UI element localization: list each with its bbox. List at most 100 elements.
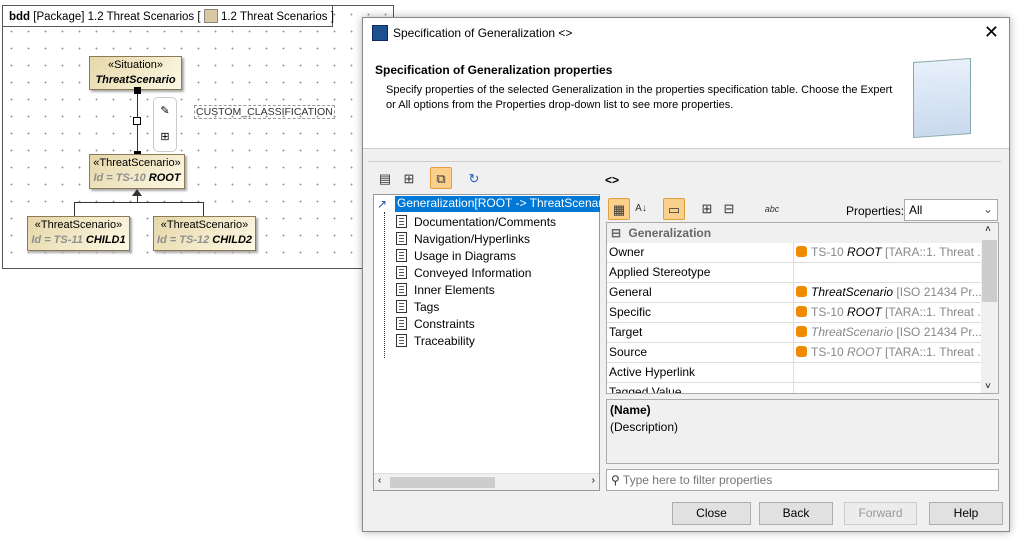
diagram-header-ref: 1.2 Threat Scenarios ] bbox=[220, 11, 334, 23]
property-row[interactable]: Tagged Value bbox=[607, 383, 981, 393]
forward-button[interactable]: Forward bbox=[844, 502, 917, 525]
filter-placeholder: Type here to filter properties bbox=[622, 473, 773, 487]
block-name: ThreatScenario bbox=[95, 74, 176, 86]
document-pencil-icon bbox=[913, 57, 971, 139]
close-icon[interactable]: ✕ bbox=[984, 22, 999, 43]
stereotype: «ThreatScenario» bbox=[93, 157, 181, 169]
expand-all-icon[interactable]: ⊞ bbox=[696, 198, 718, 220]
spell-check-icon[interactable]: abc bbox=[761, 198, 783, 220]
dialog-title: Specification of Generalization <> bbox=[393, 26, 573, 40]
tree-label: Usage in Diagrams bbox=[414, 248, 517, 263]
copy-icon[interactable]: ⧉ bbox=[430, 167, 452, 189]
stereotype: «Situation» bbox=[107, 59, 164, 71]
property-name: Tagged Value bbox=[607, 383, 794, 393]
value-name: ROOT bbox=[847, 305, 882, 319]
stereotype: «ThreatScenario» bbox=[160, 219, 249, 231]
value-name: ROOT bbox=[847, 345, 882, 359]
property-row[interactable]: Applied Stereotype bbox=[607, 263, 981, 283]
value-prefix: TS-10 bbox=[811, 345, 848, 359]
property-value[interactable] bbox=[794, 383, 981, 393]
close-button[interactable]: Close bbox=[672, 502, 751, 525]
help-button[interactable]: Help bbox=[929, 502, 1003, 525]
tree-item-traceability[interactable]: Traceability bbox=[396, 332, 475, 349]
property-name: Target bbox=[607, 323, 794, 342]
page-icon bbox=[396, 283, 407, 296]
title-bar: Specification of Generalization <> ✕ bbox=[363, 18, 1009, 48]
page-icon bbox=[396, 215, 407, 228]
refresh-icon[interactable]: ↻ bbox=[463, 168, 485, 190]
property-value[interactable]: ThreatScenario [ISO 21434 Pr... bbox=[794, 283, 981, 302]
vertical-scrollbar[interactable]: ˄ ˅ bbox=[981, 223, 998, 393]
block-name: CHILD2 bbox=[212, 234, 253, 246]
description-toggle-icon[interactable]: ▭ bbox=[663, 198, 685, 220]
tree-item-generalization[interactable]: Generalization[ROOT -> ThreatScenario] bbox=[395, 196, 600, 212]
categorized-view-icon[interactable]: ▦ bbox=[608, 198, 630, 220]
element-title: <> bbox=[605, 173, 620, 187]
specification-dialog: Specification of Generalization <> ✕ Spe… bbox=[362, 17, 1010, 532]
custom-classification-label[interactable]: CUSTOM_CLASSIFICATION bbox=[194, 105, 335, 119]
diagram-header-text: [Package] 1.2 Threat Scenarios [ bbox=[33, 11, 201, 23]
diagram-kind: bdd bbox=[9, 11, 31, 23]
property-value[interactable]: TS-10 ROOT [TARA::1. Threat ... bbox=[794, 243, 981, 262]
collapse-all-icon[interactable]: ⊟ bbox=[718, 198, 740, 220]
properties-table[interactable]: ⊟ Generalization Owner TS-10 ROOT [TARA::… bbox=[606, 222, 999, 394]
filter-input[interactable]: ⚲ Type here to filter properties bbox=[606, 469, 999, 491]
tree-label: Navigation/Hyperlinks bbox=[414, 231, 531, 246]
horizontal-scrollbar[interactable]: ‹ › bbox=[374, 473, 599, 490]
value-name: ThreatScenario bbox=[811, 325, 894, 339]
block-root[interactable]: «ThreatScenario» Id = TS-10 ROOT bbox=[89, 154, 185, 189]
block-situation[interactable]: «Situation» ThreatScenario bbox=[89, 56, 182, 90]
value-name: ROOT bbox=[847, 245, 882, 259]
block-name: ROOT bbox=[148, 172, 181, 184]
property-name: Source bbox=[607, 343, 794, 362]
property-value[interactable]: ThreatScenario [ISO 21434 Pr... bbox=[794, 323, 981, 342]
property-row[interactable]: Source TS-10 ROOT [TARA::1. Threat ... bbox=[607, 343, 981, 363]
property-name: Applied Stereotype bbox=[607, 263, 794, 282]
tree-label: Traceability bbox=[414, 333, 475, 348]
dialog-heading: Specification of Generalization properti… bbox=[375, 63, 613, 77]
property-row[interactable]: General ThreatScenario [ISO 21434 Pr... bbox=[607, 283, 981, 303]
spec-tree[interactable]: ↗ Generalization[ROOT -> ThreatScenario]… bbox=[373, 194, 600, 491]
table-view-icon[interactable]: ▤ bbox=[374, 168, 396, 190]
element-icon bbox=[796, 326, 807, 337]
properties-dropdown[interactable]: All ⌄ bbox=[904, 199, 998, 221]
search-icon: ⚲ bbox=[611, 473, 620, 487]
tree-item-inner[interactable]: Inner Elements bbox=[396, 281, 495, 298]
value-prefix: TS-10 bbox=[811, 245, 848, 259]
group-row[interactable]: ⊟ Generalization bbox=[607, 223, 981, 243]
tree-item-documentation[interactable]: Documentation/Comments bbox=[396, 213, 556, 230]
back-button[interactable]: Back bbox=[759, 502, 833, 525]
property-name: General bbox=[607, 283, 794, 302]
dialog-description: Specify properties of the selected Gener… bbox=[386, 84, 893, 111]
smart-manipulator[interactable]: ✎ ⊞ bbox=[153, 97, 177, 152]
chevron-down-icon: ⌄ bbox=[982, 202, 993, 216]
generalization-icon: ↗ bbox=[377, 197, 388, 211]
property-value[interactable]: TS-10 ROOT [TARA::1. Threat ... bbox=[794, 303, 981, 322]
diagram-canvas[interactable]: bdd [Package] 1.2 Threat Scenarios [ 1.2… bbox=[2, 5, 394, 269]
tree-view-icon[interactable]: ⊞ bbox=[398, 168, 420, 190]
tree-item-constraints[interactable]: Constraints bbox=[396, 315, 475, 332]
page-icon bbox=[396, 300, 407, 313]
tree-item-tags[interactable]: Tags bbox=[396, 298, 439, 315]
page-icon bbox=[396, 334, 407, 347]
description-pane: (Name) (Description) bbox=[606, 399, 999, 464]
block-child1[interactable]: «ThreatScenario» Id = TS-11 CHILD1 bbox=[27, 216, 130, 251]
value-suffix: [TARA::1. Threat ... bbox=[881, 345, 981, 359]
sort-alpha-icon[interactable]: A↓ bbox=[630, 198, 652, 220]
page-icon bbox=[396, 232, 407, 245]
block-child2[interactable]: «ThreatScenario» Id = TS-12 CHILD2 bbox=[153, 216, 256, 251]
tree-item-usage[interactable]: Usage in Diagrams bbox=[396, 247, 516, 264]
property-value[interactable] bbox=[794, 263, 981, 282]
tree-item-conveyed[interactable]: Conveyed Information bbox=[396, 264, 531, 281]
property-row[interactable]: Active Hyperlink bbox=[607, 363, 981, 383]
property-value[interactable]: TS-10 ROOT [TARA::1. Threat ... bbox=[794, 343, 981, 362]
property-row[interactable]: Target ThreatScenario [ISO 21434 Pr... bbox=[607, 323, 981, 343]
property-row[interactable]: Specific TS-10 ROOT [TARA::1. Threat ... bbox=[607, 303, 981, 323]
element-icon bbox=[796, 306, 807, 317]
properties-label: Properties: bbox=[846, 204, 905, 218]
property-value[interactable] bbox=[794, 363, 981, 382]
value-suffix: [TARA::1. Threat ... bbox=[881, 305, 981, 319]
tree-item-navigation[interactable]: Navigation/Hyperlinks bbox=[396, 230, 530, 247]
property-row[interactable]: Owner TS-10 ROOT [TARA::1. Threat ... bbox=[607, 243, 981, 263]
property-name: Active Hyperlink bbox=[607, 363, 794, 382]
